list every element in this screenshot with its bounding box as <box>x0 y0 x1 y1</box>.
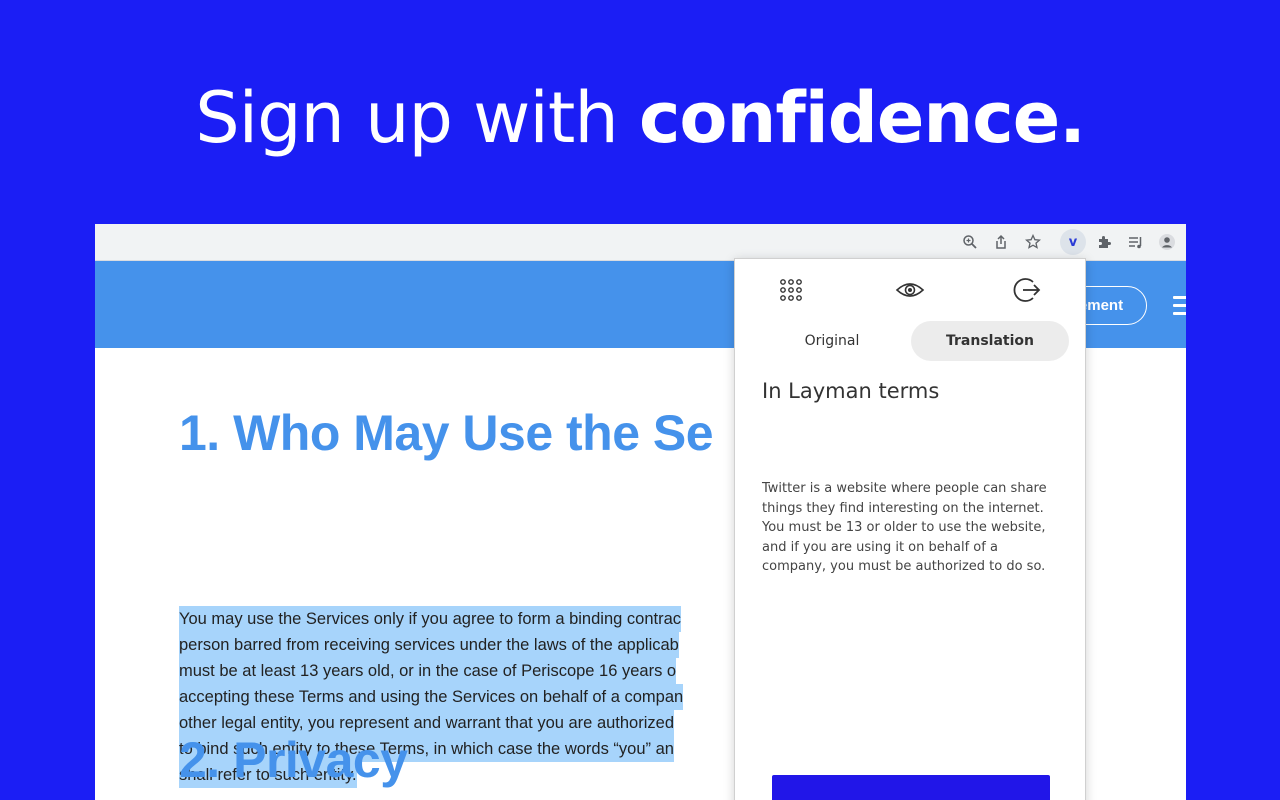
tab-original[interactable]: Original <box>753 321 911 361</box>
headline-light: Sign up with <box>195 77 639 159</box>
profile-icon[interactable] <box>1157 232 1177 252</box>
headline: Sign up with confidence. <box>0 80 1280 156</box>
action-button[interactable] <box>772 775 1050 800</box>
section-title: In Layman terms <box>762 379 940 403</box>
view-toggle: Original Translation <box>753 321 1069 361</box>
section-heading-1: 1. Who May Use the Se <box>179 405 714 461</box>
puzzle-icon[interactable] <box>1094 232 1114 252</box>
paragraph-line: must be at least 13 years old, or in the… <box>179 658 677 684</box>
extension-glyph: ⅴ <box>1068 234 1078 250</box>
media-queue-icon[interactable] <box>1126 232 1146 252</box>
browser-toolbar: ⅴ <box>95 224 1186 261</box>
zoom-icon[interactable] <box>960 232 980 252</box>
paragraph-line: accepting these Terms and using the Serv… <box>179 684 684 710</box>
paragraph-line: You may use the Services only if you agr… <box>179 606 682 632</box>
paragraph-line: person barred from receiving services un… <box>179 632 679 658</box>
eye-icon[interactable] <box>895 275 925 305</box>
section-heading-2: 2. Privacy <box>179 732 408 788</box>
tab-translation-label: Translation <box>946 333 1034 349</box>
translation-text: Twitter is a website where people can sh… <box>762 481 1047 574</box>
star-icon[interactable] <box>1023 232 1043 252</box>
logout-icon[interactable] <box>1012 275 1042 305</box>
extension-popup: Original Translation In Layman terms Twi… <box>734 258 1086 800</box>
tab-original-label: Original <box>804 333 860 349</box>
share-icon[interactable] <box>991 232 1011 252</box>
tab-translation[interactable]: Translation <box>911 321 1069 361</box>
grid-dots-icon[interactable] <box>776 275 806 305</box>
menu-icon[interactable] <box>1173 296 1186 320</box>
extension-logo-icon[interactable]: ⅴ <box>1060 229 1086 255</box>
headline-bold: confidence. <box>638 77 1086 159</box>
